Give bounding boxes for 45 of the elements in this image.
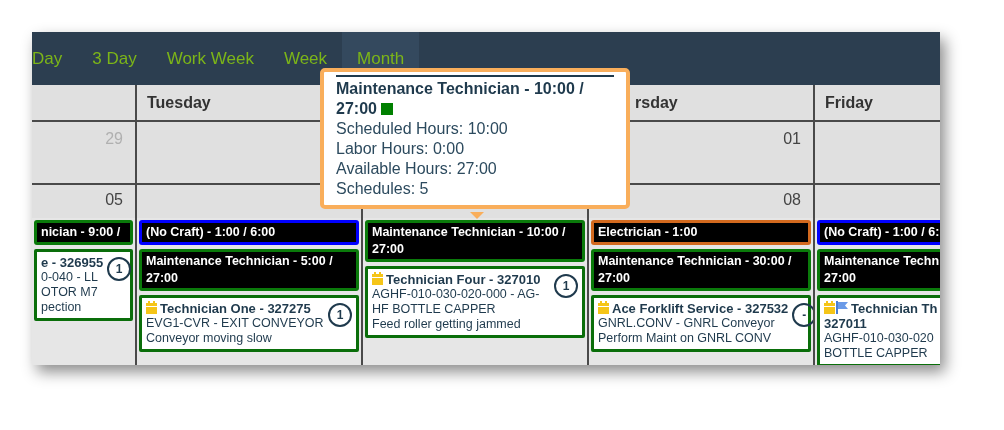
craft-summary-bar[interactable]: nician - 9:00 /: [34, 220, 133, 245]
work-order-title: Technician Four - 327010: [372, 272, 550, 287]
craft-summary-bar[interactable]: Maintenance Technician - 5:00 / 27:00: [139, 249, 359, 291]
count-badge: 1: [328, 303, 352, 327]
count-badge: 1: [554, 274, 578, 298]
tooltip-line: Scheduled Hours: 10:00: [336, 119, 509, 139]
work-order-detail: Conveyor moving slow: [146, 331, 273, 346]
day-heading: Tuesday: [147, 93, 211, 112]
work-order-detail: GNRL.CONV - GNRL Conveyor: [598, 316, 776, 331]
view-tab[interactable]: Work Week: [151, 32, 269, 85]
work-order-card[interactable]: Ace Forklift Service - 327532 GNRL.CONV - GNRL Conveyor Perform Maint on GNRL CONV -: [591, 295, 811, 352]
work-order-detail: pection: [41, 300, 83, 315]
work-order-card[interactable]: Technician Four - 327010 AGHF-010-030-020-000 - AG-HF BOTTLE CAPPER Feed roller getting jammed 1: [365, 266, 585, 338]
work-order-detail: AGHF-010-030-020: [824, 331, 935, 346]
work-order-title: e - 326955: [41, 255, 104, 270]
craft-summary-bar[interactable]: Maintenance Techn 27:00: [817, 249, 940, 291]
craft-summary-bar[interactable]: Maintenance Technician - 30:00 / 27:00: [591, 249, 811, 291]
work-order-detail: 0-040 - LL: [41, 270, 99, 285]
tooltip-line: Available Hours: 27:00: [336, 159, 498, 179]
craft-summary-bar[interactable]: Maintenance Technician - 10:00 / 27:00: [365, 220, 585, 262]
craft-summary-bar[interactable]: (No Craft) - 1:00 / 6:: [817, 220, 940, 245]
work-order-title: Ace Forklift Service - 327532: [598, 301, 789, 316]
day-heading: Friday: [825, 93, 873, 112]
work-order-title: Technician One - 327275: [146, 301, 324, 316]
work-order-detail: BOTTLE CAPPER: [824, 346, 929, 361]
work-order-title: Technician Th 327011: [824, 301, 939, 331]
view-tab[interactable]: 3 Day: [77, 32, 152, 85]
day-heading: rsday: [635, 93, 678, 112]
tooltip-pointer: [470, 212, 484, 219]
craft-summary-bar[interactable]: (No Craft) - 1:00 / 6:00: [139, 220, 359, 245]
date-number: 01: [783, 130, 801, 149]
date-number: 05: [105, 191, 123, 210]
work-order-detail: OTOR M7: [41, 285, 99, 300]
work-order-detail: EVG1-CVR - EXIT CONVEYOR: [146, 316, 324, 331]
date-number: 08: [783, 191, 801, 210]
work-order-detail: AGHF-010-030-020-000 - AG-HF BOTTLE CAPPER: [372, 287, 541, 317]
work-order-card[interactable]: Technician Th 327011 AGHF-010-030-020 BOTTLE CAPPER: [817, 295, 940, 365]
work-order-detail: Feed roller getting jammed: [372, 317, 522, 332]
count-badge: 1: [107, 257, 132, 281]
work-order-card[interactable]: Technician One - 327275 EVG1-CVR - EXIT CONVEYOR Conveyor moving slow 1: [139, 295, 359, 352]
tooltip-line: Schedules: 5: [336, 179, 430, 199]
craft-summary-bar[interactable]: Electrician - 1:00: [591, 220, 811, 245]
view-tab[interactable]: Day: [32, 32, 78, 85]
work-order-detail: Perform Maint on GNRL CONV: [598, 331, 773, 346]
tooltip-line: Labor Hours: 0:00: [336, 139, 466, 159]
